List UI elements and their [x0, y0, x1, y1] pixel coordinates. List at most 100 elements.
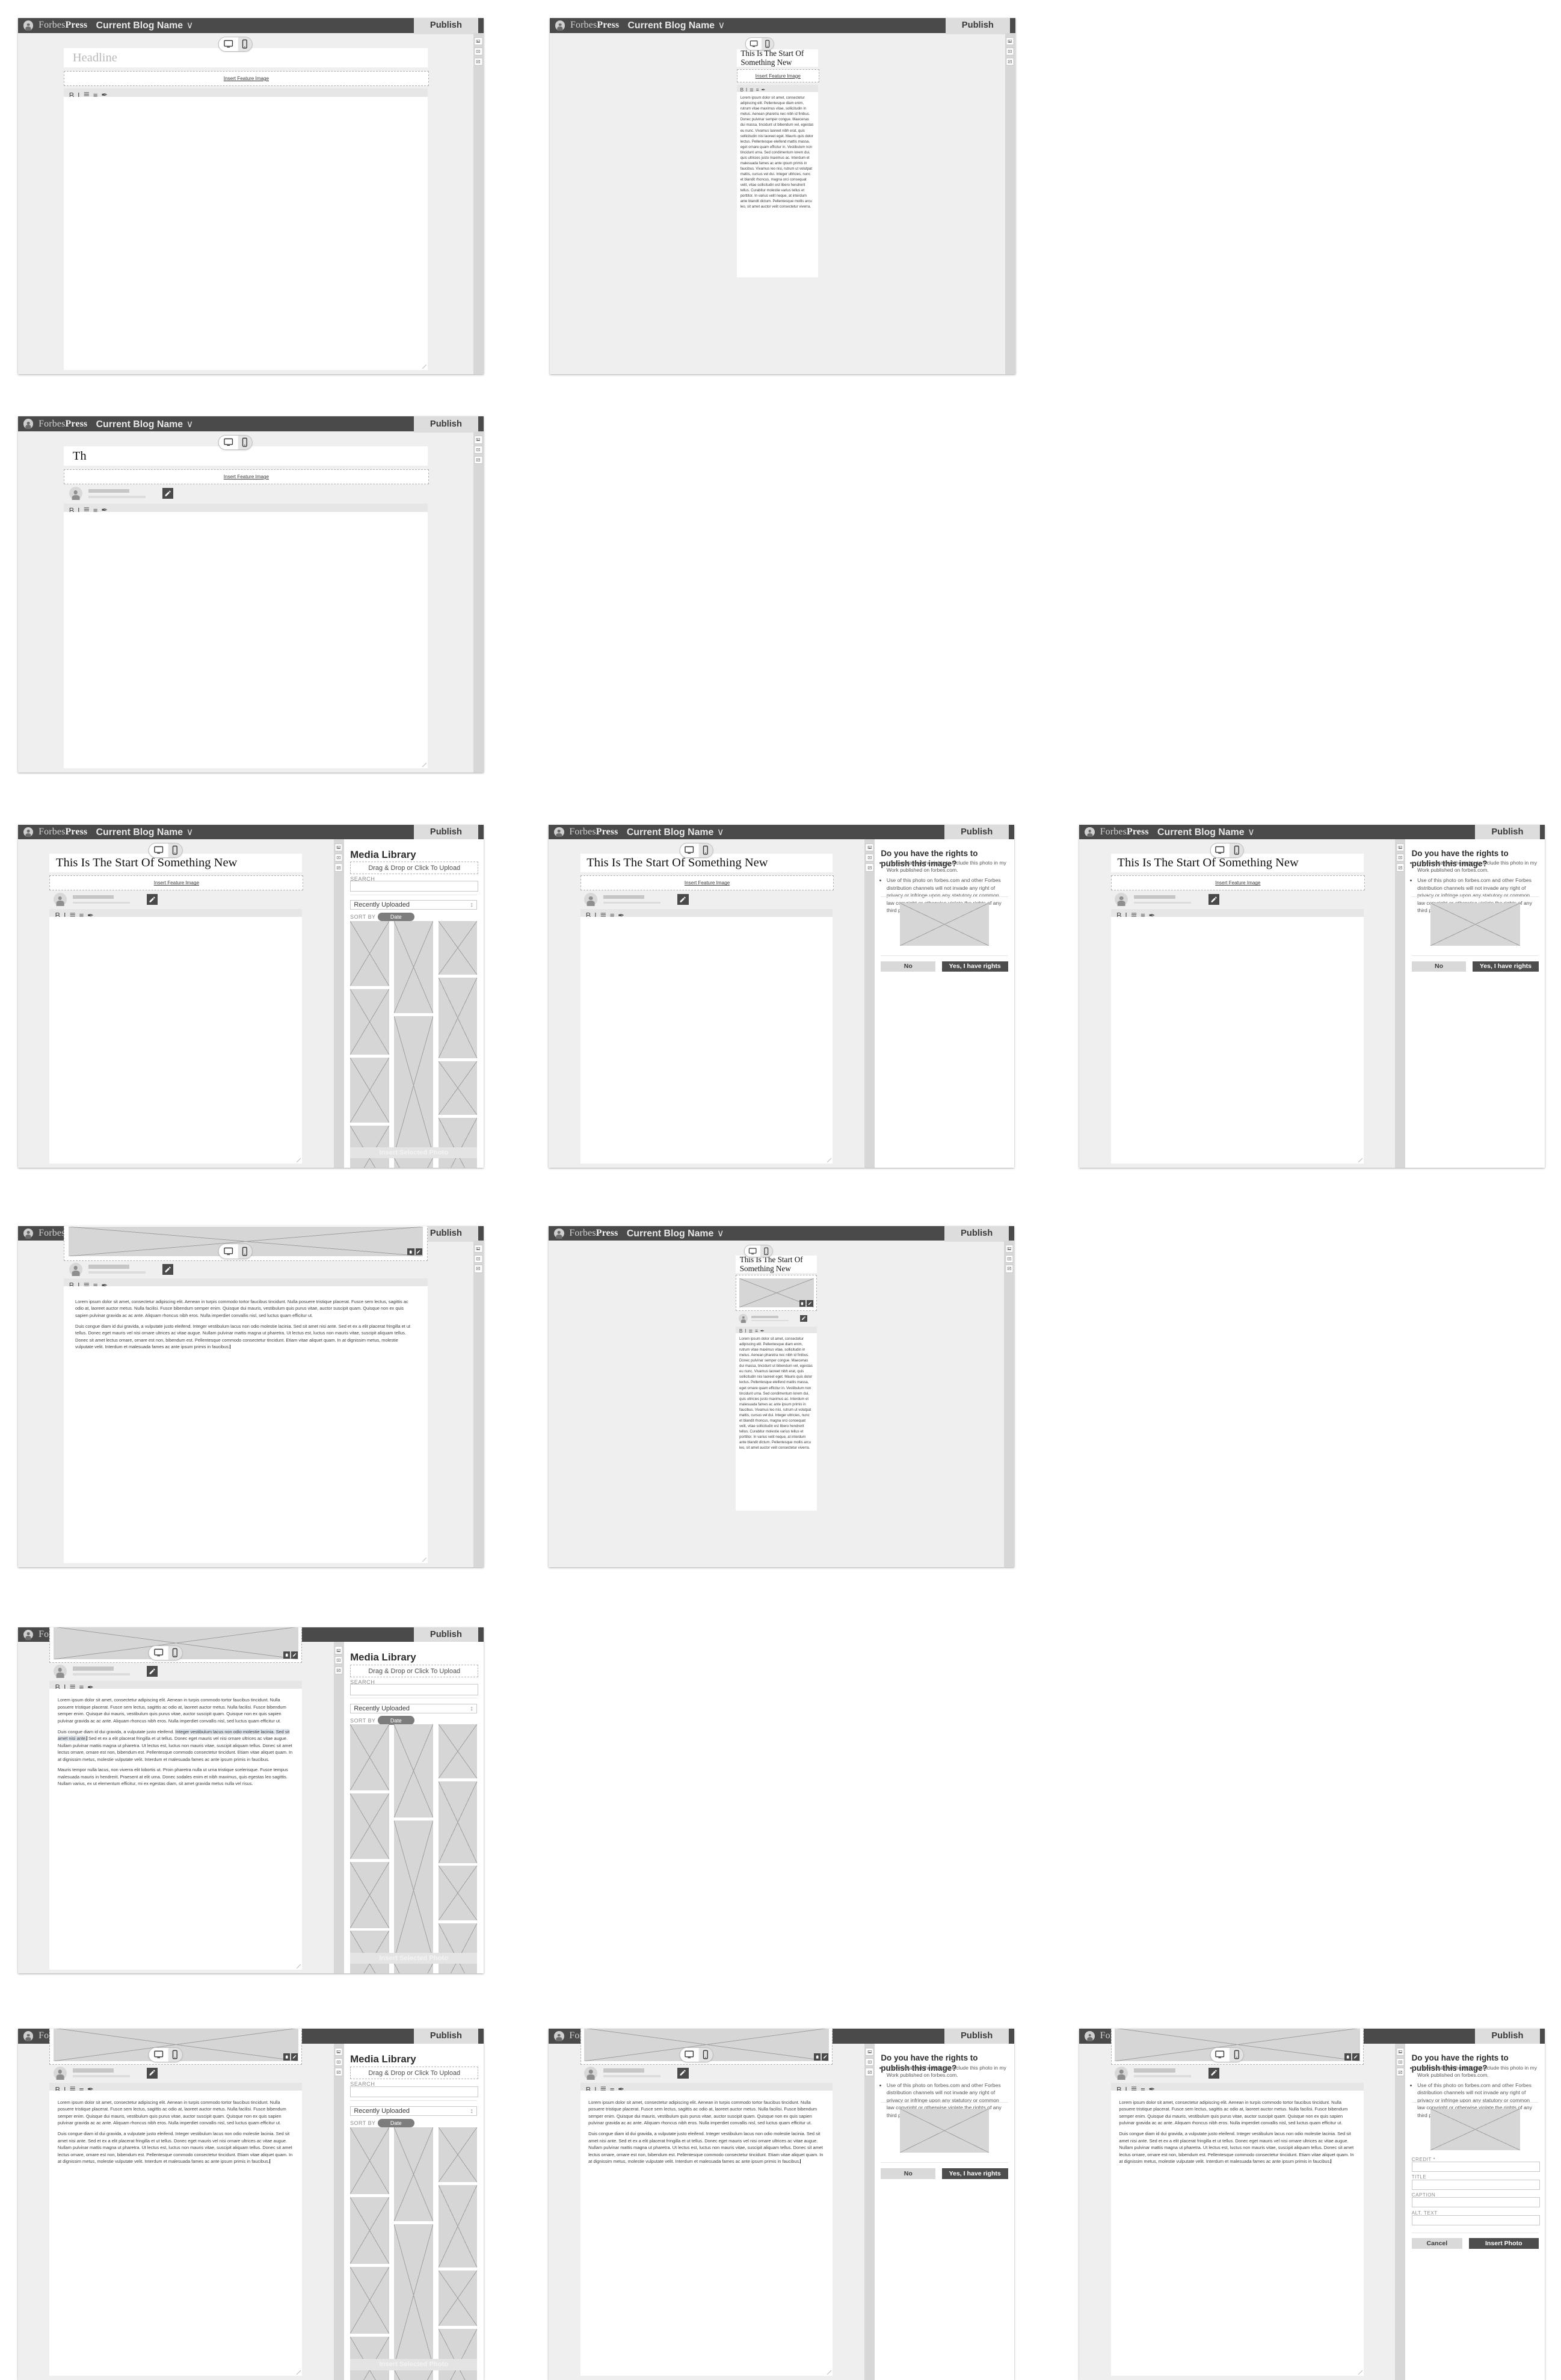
media-thumbnail[interactable] — [350, 1724, 389, 1790]
edit-byline-button[interactable] — [162, 1263, 174, 1275]
desktop-view-toggle[interactable] — [219, 37, 238, 51]
edit-image-button[interactable] — [291, 2053, 298, 2061]
media-thumbnail[interactable] — [438, 1923, 478, 1974]
device-toggle[interactable] — [679, 842, 713, 858]
desktop-view-toggle[interactable] — [149, 843, 168, 857]
rail-insert-image-icon[interactable] — [1396, 2047, 1405, 2056]
desktop-view-toggle[interactable] — [680, 2047, 699, 2062]
publish-button[interactable]: Publish — [944, 824, 1009, 841]
insert-selected-photo-button[interactable]: Insert Selected Photo — [350, 2358, 478, 2370]
rail-insert-image-icon[interactable] — [865, 2047, 874, 2056]
media-thumbnail[interactable] — [350, 2197, 389, 2264]
body-editor[interactable] — [580, 916, 833, 1164]
media-thumbnail[interactable] — [438, 1724, 478, 1779]
body-editor[interactable]: Lorem ipsum dolor sit amet, consectetur … — [49, 2091, 303, 2376]
blog-name-selector[interactable]: Current Blog Name∨ — [1157, 826, 1255, 838]
device-toggle[interactable] — [149, 842, 183, 858]
user-avatar[interactable] — [23, 1629, 34, 1640]
rail-insert-chart-icon[interactable] — [474, 1265, 482, 1273]
user-avatar[interactable] — [555, 20, 565, 31]
media-thumbnail[interactable] — [394, 920, 433, 1013]
media-thumbnail[interactable] — [438, 1061, 478, 1115]
rail-insert-chart-icon[interactable] — [1396, 2068, 1405, 2076]
rail-insert-video-icon[interactable] — [334, 1656, 343, 1665]
format-button-4[interactable]: ✒ — [761, 87, 765, 93]
author-avatar[interactable] — [1115, 892, 1128, 906]
field-input[interactable] — [1411, 2197, 1540, 2208]
blog-name-selector[interactable]: Current Blog Name∨ — [627, 826, 724, 838]
feature-image-wrap[interactable] — [735, 1275, 817, 1311]
rail-insert-chart-icon[interactable] — [1396, 863, 1405, 872]
author-avatar[interactable] — [53, 892, 67, 906]
media-thumbnail[interactable] — [394, 1820, 433, 1960]
insert-feature-image-button[interactable]: Insert Feature Image — [736, 69, 819, 83]
format-button-3[interactable]: ≡ — [756, 87, 759, 93]
publish-button[interactable]: Publish — [413, 18, 479, 34]
edit-byline-button[interactable] — [162, 488, 174, 499]
edit-image-button[interactable] — [807, 1300, 813, 1307]
mobile-view-toggle[interactable] — [1229, 843, 1244, 857]
body-editor[interactable]: Lorem ipsum dolor sit amet, consectetur … — [736, 92, 818, 278]
delete-image-button[interactable] — [813, 2053, 821, 2061]
body-editor[interactable] — [63, 511, 428, 769]
edit-byline-button[interactable] — [1208, 2067, 1219, 2079]
mobile-view-toggle[interactable] — [760, 1245, 773, 1257]
device-toggle[interactable] — [149, 2047, 183, 2062]
publish-button[interactable]: Publish — [413, 2029, 479, 2045]
device-toggle[interactable] — [745, 37, 774, 51]
user-avatar[interactable] — [23, 827, 34, 837]
edit-image-button[interactable] — [291, 1651, 298, 1659]
author-avatar[interactable] — [53, 1664, 67, 1678]
media-thumbnail[interactable] — [438, 1781, 478, 1863]
edit-byline-button[interactable] — [147, 2067, 158, 2079]
media-thumbnail[interactable] — [350, 1862, 389, 1928]
media-thumbnail[interactable] — [438, 2184, 478, 2268]
sort-select[interactable]: Recently Uploaded ↕ — [350, 2106, 478, 2116]
insert-selected-photo-button[interactable]: Insert Selected Photo — [350, 1952, 478, 1964]
publish-button[interactable]: Publish — [945, 18, 1010, 34]
format-button-2[interactable]: ≣ — [750, 87, 754, 93]
rail-insert-image-icon[interactable] — [334, 2047, 343, 2056]
mobile-view-toggle[interactable] — [238, 435, 252, 450]
media-thumbnail[interactable] — [350, 2266, 389, 2334]
publish-button[interactable]: Publish — [944, 2029, 1009, 2045]
author-avatar[interactable] — [584, 892, 598, 906]
insert-photo-button[interactable]: Insert Photo — [1468, 2238, 1539, 2249]
insert-feature-image-button[interactable]: Insert Feature Image — [63, 70, 430, 87]
mobile-view-toggle[interactable] — [698, 2047, 713, 2062]
media-thumbnail[interactable] — [350, 2336, 389, 2380]
publish-button[interactable]: Publish — [413, 416, 479, 433]
rail-insert-video-icon[interactable] — [1396, 2058, 1405, 2066]
body-editor[interactable] — [49, 916, 303, 1164]
resize-grip[interactable] — [297, 1964, 301, 1968]
desktop-view-toggle[interactable] — [1210, 843, 1230, 857]
media-thumbnail[interactable] — [350, 2127, 389, 2194]
desktop-view-toggle[interactable] — [219, 1244, 238, 1259]
desktop-view-toggle[interactable] — [149, 1645, 168, 1660]
rail-insert-chart-icon[interactable] — [334, 863, 343, 872]
author-avatar[interactable] — [53, 2066, 67, 2080]
sort-pill-date[interactable]: Date — [378, 912, 414, 922]
rail-insert-chart-icon[interactable] — [865, 2068, 874, 2076]
rail-insert-chart-icon[interactable] — [865, 863, 874, 872]
edit-byline-button[interactable] — [677, 2067, 689, 2079]
device-toggle[interactable] — [218, 434, 253, 451]
delete-image-button[interactable] — [283, 1651, 290, 1659]
delete-image-button[interactable] — [1344, 2053, 1352, 2061]
cancel-button[interactable]: Cancel — [1411, 2238, 1463, 2249]
user-avatar[interactable] — [23, 1228, 34, 1239]
insert-selected-photo-button[interactable]: Insert Selected Photo — [350, 1147, 478, 1159]
format-button-1[interactable]: I — [746, 87, 747, 93]
author-avatar[interactable] — [584, 2066, 598, 2080]
rail-insert-video-icon[interactable] — [1005, 1254, 1014, 1263]
edit-image-button[interactable] — [822, 2053, 829, 2061]
upload-dropzone[interactable]: Drag & Drop or Click To Upload — [350, 2067, 479, 2080]
edit-image-button[interactable] — [415, 1248, 422, 1256]
media-thumbnail[interactable] — [394, 1962, 433, 1974]
search-input[interactable] — [350, 2086, 479, 2098]
headline-field[interactable]: This Is The Start Of Something New — [735, 1255, 817, 1273]
media-thumbnail[interactable] — [394, 2127, 433, 2222]
device-toggle[interactable] — [679, 2047, 713, 2062]
insert-feature-image-button[interactable]: Insert Feature Image — [63, 469, 430, 485]
media-thumbnail[interactable] — [394, 2369, 433, 2380]
